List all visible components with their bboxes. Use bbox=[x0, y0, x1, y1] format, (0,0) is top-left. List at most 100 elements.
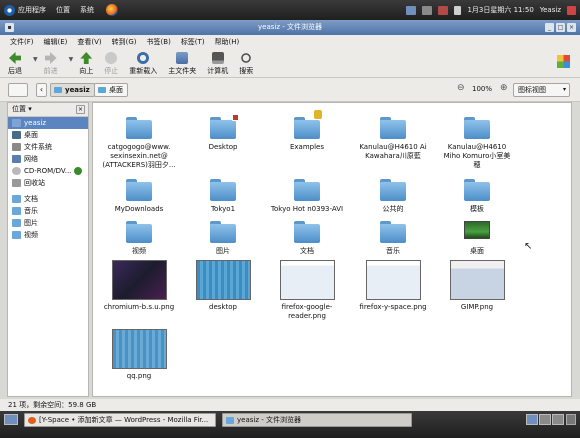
reload-button[interactable]: 重新载入 bbox=[129, 52, 157, 76]
sidebar-item-pictures[interactable]: 图片 bbox=[8, 217, 88, 229]
places-menu[interactable]: 位置 bbox=[56, 5, 70, 15]
workspace-1[interactable] bbox=[526, 414, 538, 425]
file-item[interactable]: firefox-google- reader.png bbox=[267, 260, 347, 321]
file-item[interactable]: GIMP.png bbox=[435, 260, 519, 312]
sidebar-item-network[interactable]: 网络 bbox=[8, 153, 88, 165]
folder-icon bbox=[464, 117, 490, 139]
file-item[interactable]: Examples bbox=[267, 110, 347, 152]
file-item[interactable]: Kanulau@H4610 Miho Komuro小室美 穂 bbox=[435, 117, 519, 170]
file-item[interactable]: Tokyo Hot n0393-AVI bbox=[263, 179, 351, 214]
distro-logo-icon[interactable] bbox=[4, 4, 15, 16]
crumb-yeasiz[interactable]: yeasiz bbox=[50, 83, 95, 97]
applications-menu[interactable]: 应用程序 bbox=[18, 5, 46, 15]
throbber-icon bbox=[557, 55, 570, 68]
folder-locked-icon bbox=[294, 110, 322, 139]
sidebar-item-music[interactable]: 音乐 bbox=[8, 205, 88, 217]
maximize-icon[interactable]: □ bbox=[556, 23, 565, 32]
file-item[interactable]: 图片 bbox=[183, 221, 263, 256]
folder-icon bbox=[126, 117, 152, 139]
clock[interactable]: 1月3日星期六 11:50 bbox=[467, 5, 533, 15]
crumb-desktop[interactable]: 桌面 bbox=[94, 83, 128, 97]
menu-edit[interactable]: 编辑(E) bbox=[44, 37, 68, 47]
folder-icon bbox=[12, 195, 21, 203]
file-item[interactable]: 公共的 bbox=[351, 179, 435, 214]
file-item-label: 音乐 bbox=[386, 247, 400, 255]
window-menu-icon[interactable]: ▪ bbox=[5, 23, 14, 32]
folder-icon bbox=[210, 179, 236, 201]
updates-icon[interactable] bbox=[438, 5, 449, 15]
stop-button[interactable]: 停止 bbox=[104, 52, 118, 76]
sidebar-item-videos[interactable]: 视频 bbox=[8, 229, 88, 241]
menu-view[interactable]: 查看(V) bbox=[77, 37, 101, 47]
close-icon[interactable]: × bbox=[567, 23, 576, 32]
file-item[interactable]: catgogogo@www. sexinsexin.net@ (ATTACKER… bbox=[99, 117, 179, 170]
folder-icon bbox=[210, 221, 236, 243]
menu-help[interactable]: 帮助(H) bbox=[215, 37, 240, 47]
taskbar-item-firefox[interactable]: [Y-Space • 添加新文章 — WordPress - Mozilla F… bbox=[24, 413, 216, 427]
menu-file[interactable]: 文件(F) bbox=[10, 37, 34, 47]
file-item-label: 桌面 bbox=[470, 247, 484, 255]
minimize-icon[interactable]: _ bbox=[545, 23, 554, 32]
file-item[interactable]: Kanulau@H4610 Ai Kawahara川原藍 bbox=[351, 117, 435, 161]
menu-go[interactable]: 转到(G) bbox=[112, 37, 137, 47]
image-thumbnail bbox=[195, 260, 251, 300]
back-history-dropdown[interactable]: ▼ bbox=[33, 56, 38, 63]
file-item[interactable]: firefox-y-space.png bbox=[349, 260, 437, 312]
file-item[interactable]: 音乐 bbox=[351, 221, 435, 256]
search-label: 搜索 bbox=[239, 67, 254, 75]
sidebar-item-documents[interactable]: 文档 bbox=[8, 193, 88, 205]
file-item[interactable]: Desktop bbox=[183, 114, 263, 152]
search-button[interactable]: 搜索 bbox=[239, 52, 253, 76]
image-thumbnail bbox=[365, 260, 421, 300]
zoom-level[interactable]: 100% bbox=[472, 85, 492, 93]
taskbar-item-file-browser[interactable]: yeasiz - 文件浏览器 bbox=[222, 413, 412, 427]
file-item[interactable]: 文档 bbox=[267, 221, 347, 256]
sidebar-header[interactable]: 位置 ▾ × bbox=[8, 103, 88, 117]
forward-button[interactable]: 前进 bbox=[44, 52, 58, 76]
file-item[interactable]: Tokyo1 bbox=[183, 179, 263, 214]
mouse-cursor-icon: ↖ bbox=[524, 241, 533, 252]
file-item[interactable]: chromium-b.s.u.png bbox=[99, 260, 179, 312]
sidebar-item-filesystem[interactable]: 文件系统 bbox=[8, 141, 88, 153]
file-view[interactable]: catgogogo@www. sexinsexin.net@ (ATTACKER… bbox=[92, 102, 572, 397]
sidebar-item-desktop[interactable]: 桌面 bbox=[8, 129, 88, 141]
sidebar-item-trash[interactable]: 回收站 bbox=[8, 177, 88, 189]
eject-icon[interactable] bbox=[74, 167, 83, 175]
close-icon[interactable]: × bbox=[76, 105, 85, 114]
up-button[interactable]: 向上 bbox=[79, 52, 93, 76]
trash-applet-icon[interactable] bbox=[566, 414, 576, 425]
file-item[interactable]: 模板 bbox=[435, 179, 519, 214]
forward-history-dropdown[interactable]: ▼ bbox=[69, 56, 74, 63]
sidebar-item-home[interactable]: yeasiz bbox=[8, 117, 88, 129]
file-item[interactable]: MyDownloads bbox=[99, 179, 179, 214]
file-item-label: 图片 bbox=[216, 247, 230, 255]
menu-tabs[interactable]: 标签(T) bbox=[181, 37, 205, 47]
view-mode-select[interactable]: 图标视图 ▾ bbox=[513, 83, 570, 97]
path-scroll-left-button[interactable]: ‹ bbox=[36, 83, 47, 97]
user-name[interactable]: Yeasiz bbox=[540, 6, 561, 14]
workspace-2[interactable] bbox=[539, 414, 551, 425]
sidebar-item-cdrom[interactable]: CD-ROM/DV... bbox=[8, 165, 88, 177]
home-button[interactable]: 主文件夹 bbox=[168, 52, 196, 76]
file-item[interactable]: 桌面 bbox=[435, 221, 519, 256]
menu-bookmarks[interactable]: 书签(B) bbox=[147, 37, 171, 47]
keyboard-icon[interactable] bbox=[422, 5, 433, 15]
computer-button[interactable]: 计算机 bbox=[207, 52, 228, 76]
file-item[interactable]: qq.png bbox=[99, 329, 179, 381]
volume-icon[interactable] bbox=[454, 5, 462, 15]
firefox-launcher-icon[interactable] bbox=[106, 4, 118, 16]
forward-label: 前进 bbox=[43, 67, 58, 75]
power-icon[interactable] bbox=[567, 5, 576, 15]
zoom-in-icon[interactable]: ⊕ bbox=[500, 83, 508, 93]
show-desktop-icon[interactable] bbox=[4, 414, 18, 425]
edit-location-button[interactable] bbox=[8, 83, 28, 97]
window-titlebar[interactable]: ▪ yeasiz - 文件浏览器 _ □ × bbox=[0, 20, 580, 35]
zoom-out-icon[interactable]: ⊖ bbox=[457, 83, 465, 93]
network-icon[interactable] bbox=[406, 5, 417, 15]
file-item[interactable]: 视频 bbox=[99, 221, 179, 256]
workspace-3[interactable] bbox=[552, 414, 564, 425]
file-item-label: Tokyo Hot n0393-AVI bbox=[270, 205, 344, 213]
system-menu[interactable]: 系统 bbox=[80, 5, 94, 15]
file-item[interactable]: desktop bbox=[183, 260, 263, 312]
back-button[interactable]: 后退 bbox=[8, 52, 22, 76]
